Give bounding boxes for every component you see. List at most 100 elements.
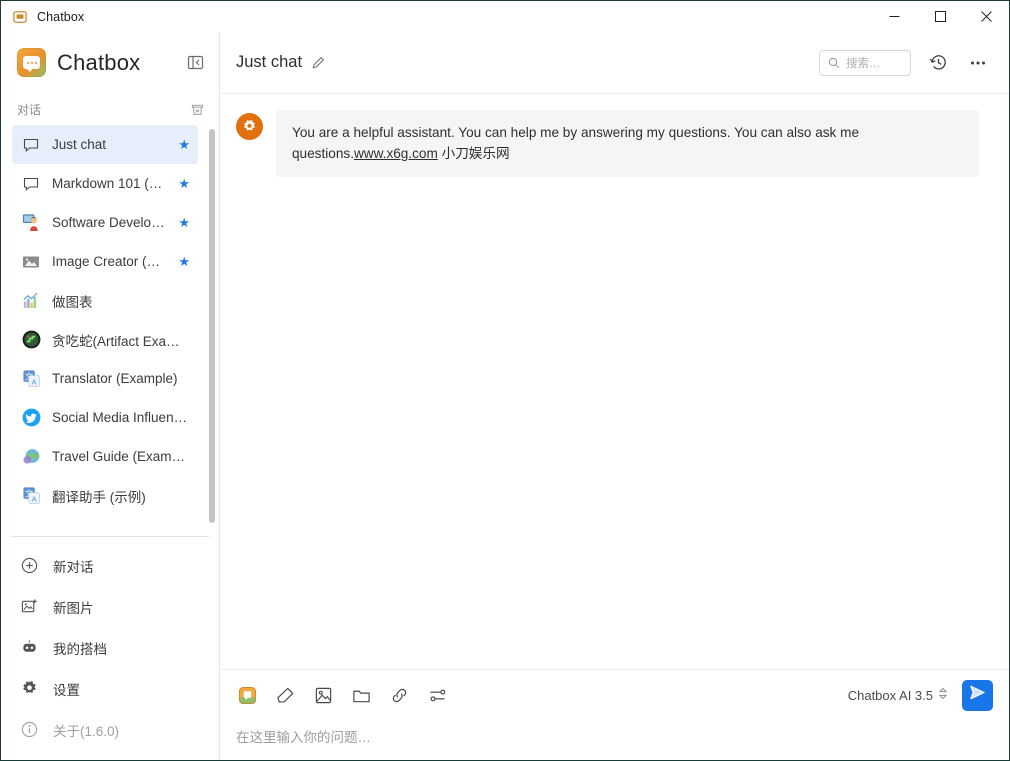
sidebar-brand: Chatbox [1, 32, 219, 93]
conversation-label: Just chat [52, 137, 167, 152]
plus-circle-icon [20, 557, 38, 575]
chat-bubble-icon [21, 135, 41, 155]
robot-icon [20, 639, 38, 657]
send-button[interactable] [962, 680, 993, 711]
conversation-label: Translator (Example) [52, 371, 190, 386]
chat-bubble-icon [21, 174, 41, 194]
new-image-icon [20, 598, 38, 616]
sidebar-item-about[interactable]: 关于(1.6.0) [1, 709, 219, 750]
more-horizontal-icon[interactable] [965, 50, 991, 76]
conversation-label: 贪吃蛇(Artifact Example) [52, 330, 190, 350]
pencil-icon[interactable] [311, 56, 325, 70]
svg-text:A: A [31, 496, 36, 504]
conversation-label: Travel Guide (Example) [52, 449, 190, 464]
sidebar: Chatbox 对话 [1, 32, 220, 760]
conversation-item-translator[interactable]: 文 A Translator (Example) [12, 359, 198, 398]
image-icon[interactable] [312, 684, 334, 706]
search-icon [828, 57, 840, 69]
chatbox-window-icon [12, 9, 28, 25]
search-input[interactable]: 搜索… [819, 50, 911, 76]
conversation-item-software-developer[interactable]: Software Develop… ★ [12, 203, 198, 242]
model-selector[interactable]: Chatbox AI 3.5 [848, 687, 948, 703]
chatbox-logo-icon [17, 48, 46, 77]
folder-icon[interactable] [350, 684, 372, 706]
conversation-label: Image Creator (E… [52, 254, 167, 269]
composer-toolbar: Chatbox AI 3.5 [236, 680, 993, 710]
main-panel: Just chat 搜索… [220, 32, 1009, 760]
conversation-item-just-chat[interactable]: Just chat ★ [12, 125, 198, 164]
conversations-section-header: 对话 [1, 93, 219, 125]
image-avatar-icon [21, 252, 41, 272]
gear-icon [236, 113, 263, 140]
conversation-item-snake-artifact[interactable]: 贪吃蛇(Artifact Example) [12, 320, 198, 359]
chatbox-prompt-icon[interactable] [236, 684, 258, 706]
sliders-icon[interactable] [426, 684, 448, 706]
message-link[interactable]: www.x6g.com [354, 146, 438, 161]
sidebar-nav: 新对话 新图片 [1, 537, 219, 760]
sidebar-item-new-image[interactable]: 新图片 [1, 586, 219, 627]
chart-avatar-icon [21, 291, 41, 311]
sidebar-item-label: 新对话 [53, 556, 94, 576]
sidebar-item-settings[interactable]: 设置 [1, 668, 219, 709]
composer-right-controls: Chatbox AI 3.5 [848, 680, 993, 711]
translate-avatar-icon: 文 A [21, 486, 41, 506]
conversation-item-make-chart[interactable]: 做图表 [12, 281, 198, 320]
translate-avatar-icon: 文 A [21, 369, 41, 389]
eraser-icon[interactable] [274, 684, 296, 706]
collapse-sidebar-button[interactable] [183, 51, 207, 75]
sidebar-item-label: 关于(1.6.0) [53, 720, 119, 740]
conversation-item-image-creator[interactable]: Image Creator (E… ★ [12, 242, 198, 281]
sidebar-item-label: 我的搭档 [53, 638, 107, 658]
conversation-label: Markdown 101 (E… [52, 176, 167, 191]
conversation-item-markdown-101[interactable]: Markdown 101 (E… ★ [12, 164, 198, 203]
star-icon[interactable]: ★ [178, 138, 190, 151]
conversation-label: Social Media Influence… [52, 410, 190, 425]
message-row-system: You are a helpful assistant. You can hel… [236, 110, 979, 177]
window-controls [871, 1, 1009, 32]
message-input-placeholder: 在这里输入你的问题… [236, 730, 371, 745]
minimize-button[interactable] [871, 1, 917, 32]
sidebar-item-label: 设置 [53, 679, 80, 699]
star-icon[interactable]: ★ [178, 177, 190, 190]
star-icon[interactable]: ★ [178, 216, 190, 229]
history-clock-icon[interactable] [925, 50, 951, 76]
window-title: Chatbox [37, 10, 84, 24]
composer: Chatbox AI 3.5 [220, 669, 1009, 760]
conversation-label: Software Develop… [52, 215, 167, 230]
page-title: Just chat [236, 53, 302, 72]
trash-icon[interactable] [190, 102, 205, 117]
gear-icon [20, 680, 38, 698]
info-icon [20, 721, 38, 739]
sidebar-item-my-copilots[interactable]: 我的搭档 [1, 627, 219, 668]
conversation-item-social-media-influencer[interactable]: Social Media Influence… [12, 398, 198, 437]
search-placeholder: 搜索… [846, 55, 881, 71]
snake-game-avatar-icon [21, 330, 41, 350]
window-body: Chatbox 对话 [1, 32, 1009, 760]
model-label: Chatbox AI 3.5 [848, 688, 933, 703]
conversation-item-travel-guide[interactable]: Travel Guide (Example) [12, 437, 198, 476]
sidebar-item-new-conversation[interactable]: 新对话 [1, 545, 219, 586]
globe-avatar-icon [21, 447, 41, 467]
conversations-section-title: 对话 [17, 101, 41, 118]
developer-avatar-icon [21, 213, 41, 233]
conversation-list: Just chat ★ Markdown 101 (E… ★ [1, 125, 209, 515]
chevron-updown-icon [938, 687, 948, 703]
conversation-label: 翻译助手 (示例) [52, 486, 190, 506]
star-icon[interactable]: ★ [178, 255, 190, 268]
message-input[interactable]: 在这里输入你的问题… [236, 726, 993, 746]
link-icon[interactable] [388, 684, 410, 706]
send-icon [968, 683, 987, 707]
maximize-button[interactable] [917, 1, 963, 32]
svg-text:A: A [31, 379, 36, 387]
sidebar-scrollbar-thumb[interactable] [209, 129, 215, 523]
conversation-list-scroll[interactable]: Just chat ★ Markdown 101 (E… ★ [1, 125, 219, 536]
sidebar-item-label: 新图片 [53, 597, 94, 617]
close-button[interactable] [963, 1, 1009, 32]
app-window: Chatbox Chatbox [0, 0, 1010, 761]
title-bar: Chatbox [1, 1, 1009, 32]
conversation-label: 做图表 [52, 291, 190, 311]
message-text-suffix: 小刀娱乐网 [438, 146, 510, 161]
chat-header: Just chat 搜索… [220, 32, 1009, 94]
brand-name: Chatbox [57, 50, 140, 76]
conversation-item-translate-assistant[interactable]: 文 A 翻译助手 (示例) [12, 476, 198, 515]
